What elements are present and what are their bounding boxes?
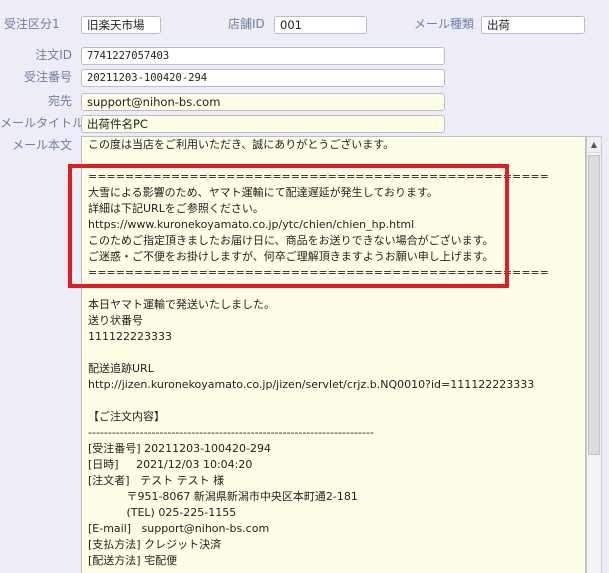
recipient-label: 宛先 [47,94,72,108]
order-number-label: 受注番号 [23,70,72,84]
mail-body-text: この度は当店をご利用いただき、誠にありがとうございます。 ============… [88,137,583,569]
mail-body-line: 送り状番号 [88,314,143,327]
mail-body-line: http://jizen.kuronekoyamato.co.jp/jizen/… [88,378,535,391]
order-category-field[interactable]: 旧楽天市場 [81,16,161,34]
mail-body-line: ご迷惑・ご不便をお掛けしますが、何卒ご理解頂きますようお願い申し上げます。 [88,250,494,263]
mail-body-line: [日時] 2021/12/03 10:04:20 [88,458,253,471]
mail-body-textarea[interactable]: この度は当店をご利用いただき、誠にありがとうございます。 ============… [81,136,586,573]
mail-body-line: 【ご注文内容】 [88,410,165,423]
mail-body-label: メール本文 [11,138,72,152]
order-number-field[interactable]: 20211203-100420-294 [81,69,445,87]
shop-id-label: 店舗ID [228,17,265,31]
mail-body-line: ========================================… [88,266,549,279]
mail-body-line: ========================================… [88,170,549,183]
mail-body-line: ----------------------------------------… [88,426,374,439]
mail-type-label: メール種類 [414,17,475,31]
mail-title-label: メールタイトル [0,116,85,130]
mail-body-line: この度は当店をご利用いただき、誠にありがとうございます。 [88,138,395,151]
order-id-field[interactable]: 7741227057403 [81,47,445,65]
mail-body-line: [支払方法] クレジット決済 [88,538,222,551]
mail-body-line: このためご指定頂きましたお届け日に、商品をお送りできない場合がございます。 [88,234,494,247]
mail-body-line: (TEL) 025-225-1155 [88,506,237,519]
mail-body-line: 本日ヤマト運輸で発送いたしました。 [88,298,275,311]
scroll-up-arrow-icon[interactable]: ▲ [587,137,601,153]
mail-body-line [88,281,583,297]
mail-body-line: https://www.kuronekoyamato.co.jp/ytc/chi… [88,218,415,231]
shop-id-field[interactable]: 001 [274,16,367,34]
mail-body-line: 配送追跡URL [88,362,154,375]
mail-body-line: [受注番号] 20211203-100420-294 [88,442,271,455]
mail-body-line: 大雪による影響のため、ヤマト運輸にて配達遅延が発生しております。 [88,186,438,199]
mail-body-line: 111122223333 [88,330,172,343]
mail-body-line: [注文者] テスト テスト 様 [88,474,225,487]
mail-title-field[interactable]: 出荷件名PC [81,115,445,133]
mail-body-line: 詳細は下記URLをご参照ください。 [88,202,264,215]
mail-body-line: [E-mail] support@nihon-bs.com [88,522,270,535]
scrollbar-thumb[interactable] [588,155,600,455]
order-id-label: 注文ID [35,48,72,62]
order-category-label: 受注区分1 [4,17,60,31]
mail-type-field[interactable]: 出荷 [481,16,585,34]
mail-body-scrollbar[interactable]: ▲ [586,136,602,573]
mail-body-line [88,153,583,169]
mail-body-line: 〒951-8067 新潟県新潟市中央区本町通2-181 [88,490,358,503]
recipient-field[interactable]: support@nihon-bs.com [81,93,445,111]
mail-body-line [88,345,583,361]
mail-body-line [88,393,583,409]
mail-body-line: [配送方法] 宅配便 [88,554,178,567]
